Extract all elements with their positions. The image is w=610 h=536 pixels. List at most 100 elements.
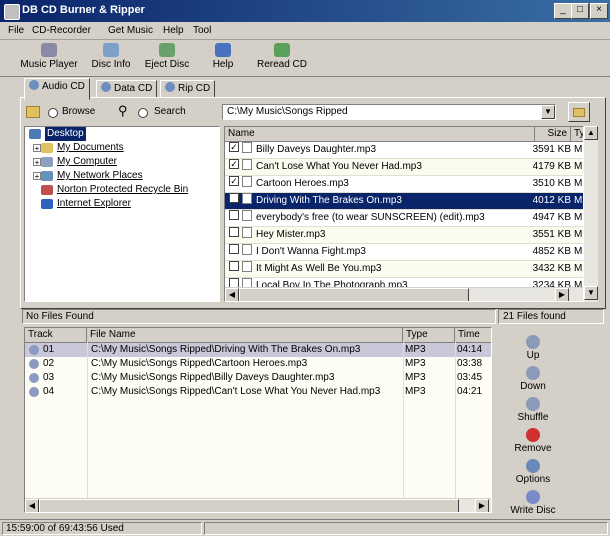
track-scroll-thumb[interactable] xyxy=(39,499,459,512)
file-row[interactable]: ✓ Can't Lose What You Never Had.mp3 4179 K… xyxy=(225,159,583,176)
path-combobox[interactable]: C:\My Music\Songs Ripped ▼ xyxy=(222,104,556,120)
cd-track-icon xyxy=(29,345,39,355)
reread-cd-button[interactable]: Reread CD xyxy=(252,43,312,75)
file-type: MF xyxy=(574,212,583,223)
track-time: 04:14 xyxy=(457,344,483,355)
shuffle-button[interactable]: Shuffle xyxy=(502,395,564,425)
search-radio[interactable] xyxy=(138,108,148,118)
column-track-type[interactable]: Type xyxy=(403,328,455,342)
scroll-right-icon[interactable]: ▶ xyxy=(555,288,569,301)
track-row[interactable]: 02 C:\My Music\Songs Ripped\Cartoon Heroe… xyxy=(25,357,491,371)
track-list-scrollbar[interactable]: ◀ ▶ xyxy=(25,498,491,512)
file-checkbox[interactable]: ✓ xyxy=(229,193,239,203)
folder-up-button[interactable] xyxy=(568,102,590,122)
file-list-scrollbar[interactable]: ◀ ▶ xyxy=(225,287,583,301)
file-row[interactable]: Hey Mister.mp3 3551 KBMF xyxy=(225,227,583,244)
file-row[interactable]: I Don't Wanna Fight.mp3 4852 KBMF xyxy=(225,244,583,261)
shuffle-icon xyxy=(526,397,540,411)
status-bar-spacer xyxy=(204,522,608,535)
scroll-up-icon[interactable]: ▲ xyxy=(584,126,598,140)
file-list: Name Size Ty ✓ Billy Daveys Daughter.mp3 3… xyxy=(224,126,584,302)
browse-radio[interactable] xyxy=(48,108,58,118)
scroll-down-icon[interactable]: ▼ xyxy=(584,286,598,300)
column-name[interactable]: Name xyxy=(225,127,535,141)
music-player-button[interactable]: Music Player xyxy=(18,43,80,75)
down-button[interactable]: Down xyxy=(502,364,564,394)
help-button[interactable]: Help xyxy=(206,43,240,75)
compilation-status: No Files Found xyxy=(22,309,496,324)
file-size: 3591 KB xyxy=(532,144,571,155)
file-list-vscroll[interactable]: ▲ ▼ xyxy=(584,126,598,302)
eject-disc-button[interactable]: Eject Disc xyxy=(140,43,194,75)
up-button[interactable]: Up xyxy=(502,333,564,363)
column-time[interactable]: Time xyxy=(455,328,491,342)
tab-audio-cd[interactable]: Audio CD xyxy=(24,78,90,100)
music-player-icon xyxy=(41,43,57,57)
column-type[interactable]: Ty xyxy=(571,127,583,141)
tree-item[interactable]: + My Network Places xyxy=(25,169,219,183)
column-divider xyxy=(403,342,404,498)
file-checkbox[interactable] xyxy=(229,210,239,220)
track-row[interactable]: 03 C:\My Music\Songs Ripped\Billy Daveys … xyxy=(25,371,491,385)
expand-icon[interactable]: + xyxy=(33,158,41,167)
menu-file[interactable]: File xyxy=(8,25,24,36)
disc-info-button[interactable]: Disc Info xyxy=(88,43,134,75)
expand-icon[interactable]: + xyxy=(33,144,41,153)
column-size[interactable]: Size xyxy=(535,127,571,141)
file-checkbox[interactable]: ✓ xyxy=(229,142,239,152)
menu-get-music[interactable]: Get Music xyxy=(108,25,153,36)
write-disc-button[interactable]: Write Disc xyxy=(502,488,564,518)
file-checkbox[interactable] xyxy=(229,227,239,237)
track-file-name: C:\My Music\Songs Ripped\Cartoon Heroes.… xyxy=(91,358,308,369)
track-number: 01 xyxy=(43,344,55,355)
file-checkbox[interactable]: ✓ xyxy=(229,159,239,169)
audio-file-icon xyxy=(242,261,252,272)
tree-item-icon xyxy=(29,129,41,139)
track-type: MP3 xyxy=(405,386,426,397)
track-row[interactable]: 01 C:\My Music\Songs Ripped\Driving With … xyxy=(25,343,491,357)
folder-tree: Desktop + My Documents + My Computer + My Netw… xyxy=(24,126,220,302)
remove-button[interactable]: Remove xyxy=(502,426,564,456)
tree-item[interactable]: Desktop xyxy=(25,127,219,141)
search-label: Search xyxy=(154,106,186,117)
tab-data-cd-label: Data CD xyxy=(114,83,153,94)
data-cd-icon xyxy=(101,82,111,92)
track-number: 04 xyxy=(43,386,55,397)
reread-cd-icon xyxy=(274,43,290,57)
close-button[interactable]: × xyxy=(590,3,608,19)
menu-help[interactable]: Help xyxy=(163,25,184,36)
chevron-down-icon[interactable]: ▼ xyxy=(541,105,555,119)
options-button[interactable]: Options xyxy=(502,457,564,487)
tree-item-label: Internet Explorer xyxy=(57,198,131,209)
track-scroll-left-icon[interactable]: ◀ xyxy=(25,499,39,512)
tree-item[interactable]: Norton Protected Recycle Bin xyxy=(25,183,219,197)
track-list-header: Track File Name Type Time xyxy=(25,328,491,343)
file-row[interactable]: It Might As Well Be You.mp3 3432 KBMF xyxy=(225,261,583,278)
file-row[interactable]: ✓ Driving With The Brakes On.mp3 4012 KBMF xyxy=(225,193,583,210)
scroll-left-icon[interactable]: ◀ xyxy=(225,288,239,301)
tree-item[interactable]: + My Documents xyxy=(25,141,219,155)
file-checkbox[interactable] xyxy=(229,261,239,271)
file-row[interactable]: ✓ Billy Daveys Daughter.mp3 3591 KBMF xyxy=(225,142,583,159)
column-track[interactable]: Track xyxy=(25,328,87,342)
tree-item[interactable]: Internet Explorer xyxy=(25,197,219,211)
file-checkbox[interactable] xyxy=(229,244,239,254)
file-rows: ✓Billy Daveys Daughter.mp33591 KBMF✓Can'… xyxy=(225,142,583,295)
file-row[interactable]: ✓ Cartoon Heroes.mp3 3510 KBMF xyxy=(225,176,583,193)
file-row[interactable]: everybody's free (to wear SUNSCREEN) (ed… xyxy=(225,210,583,227)
track-row[interactable]: 04 C:\My Music\Songs Ripped\Can't Lose Wh… xyxy=(25,385,491,399)
tree-item[interactable]: + My Computer xyxy=(25,155,219,169)
minimize-button[interactable]: _ xyxy=(554,3,572,19)
write-disc-icon xyxy=(526,490,540,504)
column-file-name[interactable]: File Name xyxy=(87,328,403,342)
audio-file-icon xyxy=(242,227,252,238)
maximize-button[interactable]: □ xyxy=(571,3,589,19)
track-list: Track File Name Type Time 01 C:\My Music\… xyxy=(24,327,492,513)
menu-tool[interactable]: Tool xyxy=(193,25,211,36)
scroll-thumb[interactable] xyxy=(239,288,469,301)
file-size: 4179 KB xyxy=(532,161,571,172)
file-checkbox[interactable]: ✓ xyxy=(229,176,239,186)
expand-icon[interactable]: + xyxy=(33,172,41,181)
track-scroll-right-icon[interactable]: ▶ xyxy=(475,499,489,512)
menu-cd-recorder[interactable]: CD-Recorder xyxy=(32,25,91,36)
